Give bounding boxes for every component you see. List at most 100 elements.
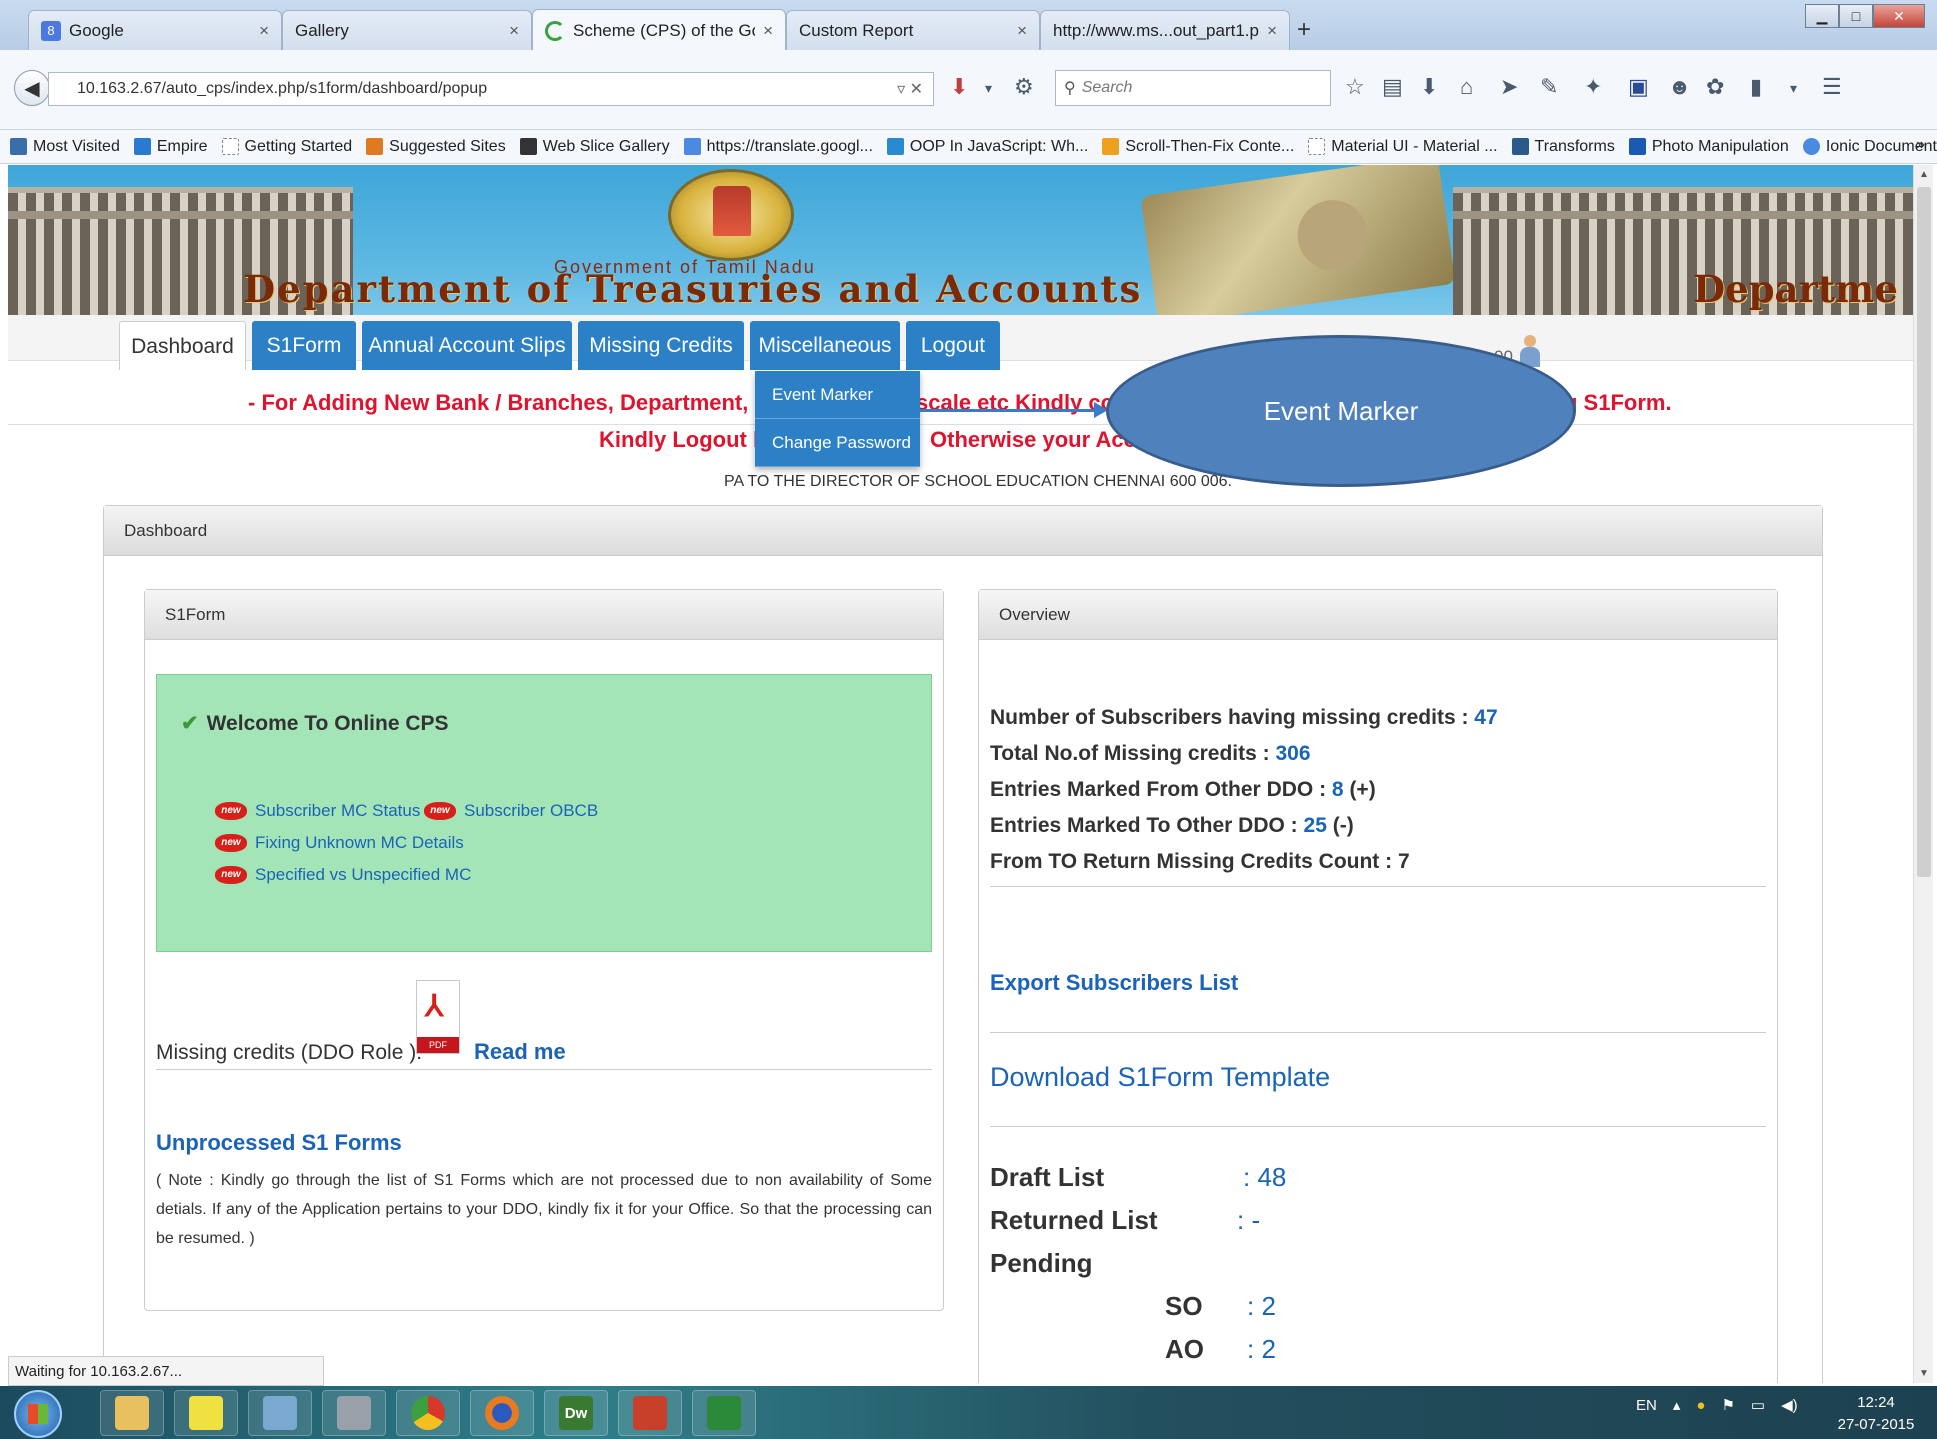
tray-expand-icon[interactable]: ▴ (1673, 1396, 1681, 1414)
minimize-button[interactable]: ▁ (1805, 4, 1839, 28)
bookmark-item[interactable]: Web Slice Gallery (519, 137, 670, 156)
tab-gallery[interactable]: Gallery × (282, 10, 532, 50)
url-dropdown-icon[interactable]: ▿ ✕ (897, 79, 923, 99)
bookmark-star-icon[interactable]: ☆ (1345, 74, 1365, 100)
taskbar-chrome[interactable] (396, 1390, 460, 1436)
pdf-icon[interactable]: ⅄ PDF (416, 980, 460, 1054)
bookmark-item[interactable]: Photo Manipulation (1628, 138, 1789, 156)
battery-icon[interactable]: ▮ (1750, 74, 1762, 100)
addon-icon[interactable]: ⚙ (1014, 74, 1034, 100)
link-fixing-unknown-mc[interactable]: new Fixing Unknown MC Details (215, 833, 464, 853)
system-clock[interactable]: 12:24 27-07-2015 (1826, 1392, 1926, 1436)
menu-tab-miscellaneous[interactable]: Miscellaneous (750, 321, 900, 371)
bookmark-item[interactable]: https://translate.googl... (683, 138, 873, 156)
taskbar-notes[interactable] (174, 1390, 238, 1436)
url-bar[interactable]: 10.163.2.67/auto_cps/index.php/s1form/da… (48, 72, 934, 106)
export-subscribers-link[interactable]: Export Subscribers List (990, 970, 1238, 996)
tab-close-icon[interactable]: × (509, 21, 519, 41)
tab-close-icon[interactable]: × (259, 21, 269, 41)
taskbar-excel[interactable] (692, 1390, 756, 1436)
maximize-button[interactable]: □ (1839, 4, 1873, 28)
bookmark-item[interactable]: Material UI - Material ... (1308, 138, 1498, 156)
bookmark-item[interactable]: Most Visited (10, 138, 120, 156)
read-me-link[interactable]: Read me (474, 1039, 566, 1065)
tab-msout[interactable]: http://www.ms...out_part1.php × (1040, 10, 1290, 50)
network-icon[interactable]: ▭ (1751, 1396, 1765, 1414)
so-value[interactable]: : 2 (1247, 1291, 1276, 1322)
link-specified-vs-unspecified[interactable]: new Specified vs Unspecified MC (215, 865, 471, 885)
url-text: 10.163.2.67/auto_cps/index.php/s1form/da… (77, 80, 488, 97)
window-controls: ▁ □ ✕ (1805, 4, 1925, 28)
scrollbar-thumb[interactable] (1917, 187, 1931, 877)
pdf-tool-icon[interactable]: ▣ (1628, 74, 1649, 100)
bookmarks-overflow-button[interactable]: » (1916, 136, 1925, 154)
link-subscriber-obcb[interactable]: new Subscriber OBCB (424, 801, 598, 821)
ao-value[interactable]: : 2 (1247, 1334, 1276, 1365)
page-scrollbar[interactable]: ▲ ▼ (1913, 165, 1933, 1383)
bookmark-item[interactable]: Transforms (1511, 138, 1615, 156)
downloads-icon[interactable]: ⬇ (1420, 74, 1438, 100)
excel-icon (707, 1396, 741, 1430)
taskbar-dreamweaver[interactable]: Dw (544, 1390, 608, 1436)
bookmark-item[interactable]: Empire (133, 138, 208, 156)
action-center-icon[interactable]: ⚑ (1721, 1396, 1734, 1414)
taskbar-app3[interactable] (248, 1390, 312, 1436)
dropdown-chevron-icon[interactable]: ▾ (985, 80, 992, 97)
bookmark-item[interactable]: OOP In JavaScript: Wh... (886, 138, 1088, 156)
tab-custom-report[interactable]: Custom Report × (786, 10, 1040, 50)
bookmark-icon (10, 138, 27, 155)
menu-icon[interactable]: ☰ (1822, 74, 1842, 100)
tab-close-icon[interactable]: × (763, 21, 773, 41)
stat-label: Number of Subscribers having missing cre… (990, 706, 1469, 729)
back-button[interactable]: ◀ (14, 70, 50, 106)
language-indicator[interactable]: EN (1636, 1397, 1657, 1414)
chat-icon[interactable]: ☻ (1668, 74, 1691, 100)
taskbar-app4[interactable] (322, 1390, 386, 1436)
acrobat-icon: ⅄ (425, 990, 444, 1023)
scroll-up-icon[interactable]: ▲ (1919, 169, 1929, 180)
menu-tab-dashboard[interactable]: Dashboard (119, 321, 246, 371)
menu-tab-annual-account-slips[interactable]: Annual Account Slips (362, 321, 572, 371)
volume-icon[interactable]: ◀) (1781, 1396, 1798, 1414)
bookmark-item[interactable]: Getting Started (221, 138, 352, 156)
start-button[interactable] (14, 1390, 62, 1438)
menu-item-event-marker[interactable]: Event Marker (755, 371, 920, 419)
so-label: SO (1165, 1291, 1203, 1321)
download-status-icon[interactable]: ⬇ (950, 74, 968, 100)
menu-tab-logout[interactable]: Logout (906, 321, 1000, 371)
download-s1form-template-link[interactable]: Download S1Form Template (990, 1062, 1330, 1093)
link-label: Subscriber OBCB (464, 801, 599, 820)
unprocessed-forms-link[interactable]: Unprocessed S1 Forms (156, 1130, 402, 1156)
menu-tab-s1form[interactable]: S1Form (252, 321, 356, 371)
home-icon[interactable]: ⌂ (1460, 74, 1473, 100)
tray-app-icon[interactable]: ● (1696, 1397, 1705, 1414)
bookmark-label: Web Slice Gallery (542, 137, 670, 155)
plugin-icon[interactable]: ✦ (1584, 74, 1602, 100)
new-badge-icon: new (424, 802, 456, 820)
welcome-box: ✔ Welcome To Online CPS new Subscriber MC … (156, 674, 932, 952)
link-subscriber-mc-status[interactable]: new Subscriber MC Status (215, 801, 420, 821)
draft-list-value[interactable]: : 48 (1243, 1162, 1286, 1193)
menu-item-change-password[interactable]: Change Password (755, 419, 920, 467)
dropdown-chevron-icon[interactable]: ▾ (1790, 80, 1797, 97)
pen-icon[interactable]: ✎ (1540, 74, 1558, 100)
bookmark-item[interactable]: Scroll-Then-Fix Conte... (1102, 138, 1294, 156)
tab-google[interactable]: 8 Google × (28, 10, 282, 50)
new-badge-icon: new (215, 834, 247, 852)
pdf-tag: PDF (417, 1037, 459, 1053)
taskbar-firefox[interactable] (470, 1390, 534, 1436)
taskbar-powerpoint[interactable] (618, 1390, 682, 1436)
reading-list-icon[interactable]: ▤ (1382, 74, 1403, 100)
send-icon[interactable]: ➤ (1500, 74, 1518, 100)
new-tab-button[interactable]: + (1297, 16, 1311, 44)
search-input[interactable]: ⚲ Search (1055, 70, 1331, 106)
bookmark-item[interactable]: Suggested Sites (366, 138, 506, 156)
taskbar-explorer[interactable] (100, 1390, 164, 1436)
tab-scheme-cps[interactable]: Scheme (CPS) of the Gover... × (532, 9, 786, 51)
close-window-button[interactable]: ✕ (1873, 4, 1925, 28)
tab-close-icon[interactable]: × (1017, 21, 1027, 41)
extension-icon[interactable]: ✿ (1706, 74, 1724, 100)
menu-tab-missing-credits[interactable]: Missing Credits (578, 321, 744, 371)
scroll-down-icon[interactable]: ▼ (1919, 1368, 1929, 1379)
tab-close-icon[interactable]: × (1267, 21, 1277, 41)
